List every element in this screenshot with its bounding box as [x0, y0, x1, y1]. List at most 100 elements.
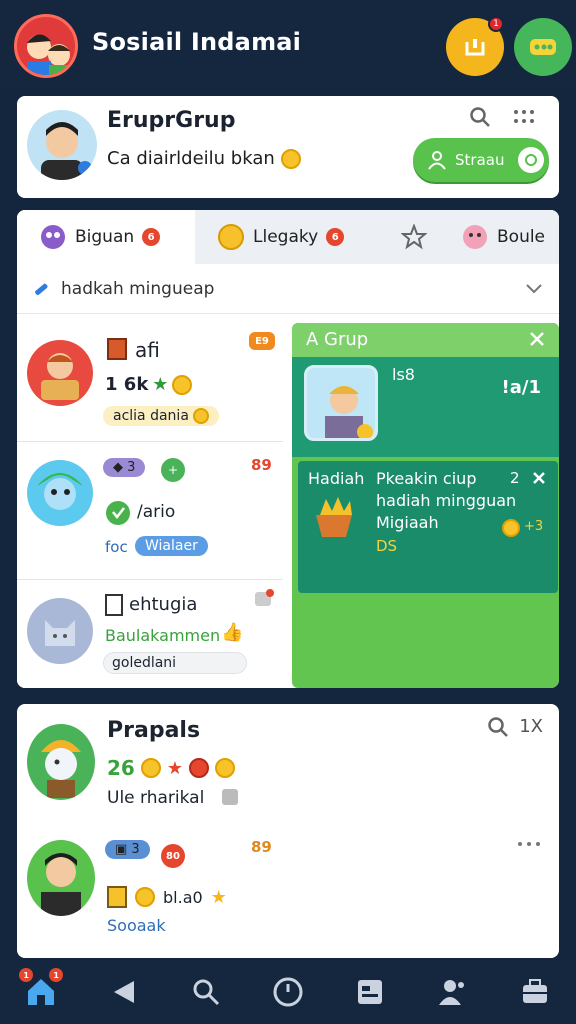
- people-icon: [427, 150, 447, 170]
- clock-icon: [272, 976, 304, 1008]
- prop-avatar[interactable]: [27, 840, 95, 916]
- tab-biguan[interactable]: Biguan 6: [17, 210, 195, 264]
- props-card: Prapals 1X 26 ★ Ule rharikal ▣ 3 80 89 b…: [17, 704, 559, 958]
- group-panel-header: A Grup: [292, 323, 559, 357]
- prop-badge: ▣ 3: [105, 840, 150, 859]
- group-subtitle: Ca diairldeilu bkan: [107, 148, 301, 169]
- chevron-down-icon: [525, 283, 543, 295]
- star-icon: ★: [166, 757, 183, 779]
- more-icon[interactable]: [513, 108, 535, 126]
- tab-label: Llegaky: [253, 227, 319, 247]
- reward-points: +3: [524, 519, 544, 534]
- member-pill-label: aclia dania: [113, 408, 189, 424]
- nav-search[interactable]: [178, 964, 234, 1020]
- plus-icon: +: [161, 458, 185, 482]
- more-horizontal-icon[interactable]: [517, 840, 541, 848]
- monster-icon: [39, 223, 67, 251]
- member-stat: 1 6k: [105, 374, 149, 395]
- group-user-counter: !a/1: [501, 377, 541, 398]
- member-prefix: foc: [105, 538, 128, 556]
- prop-badge-label: 3: [131, 842, 140, 857]
- refresh-icon: [518, 147, 545, 173]
- nav-home-badge: 1: [49, 968, 64, 982]
- group-panel: A Grup ls8 !a/1 Hadiah Pkeakin ciup 2 ha…: [292, 323, 559, 688]
- gamepad-icon: [528, 35, 558, 59]
- member-list: afi E9 1 6k ★ aclia dania ◆ 3 + 89 /ario…: [17, 322, 283, 688]
- prop-tag: 89: [251, 838, 272, 856]
- reward-amount: DS: [376, 537, 398, 555]
- filter-dropdown[interactable]: hadkah mingueap: [17, 264, 559, 314]
- props-title: Prapals: [107, 718, 201, 743]
- coin-icon: [502, 519, 520, 537]
- tag-icon: [31, 279, 51, 299]
- list-item[interactable]: afi E9 1 6k ★ aclia dania: [17, 322, 283, 442]
- props-count: 1X: [519, 716, 543, 737]
- member-count: ◆ 3: [103, 458, 146, 477]
- prop-badge-2: 80: [161, 844, 185, 868]
- member-avatar[interactable]: [27, 598, 93, 664]
- prop-avatar[interactable]: [27, 724, 95, 800]
- member-name: afi: [135, 338, 160, 362]
- tab-badge: 6: [326, 228, 345, 246]
- nav-home[interactable]: 1 1: [13, 964, 69, 1020]
- member-pill: aclia dania: [103, 406, 220, 426]
- top-bar: Sosiail Indamai 1: [0, 0, 576, 90]
- prop-row-1-stats: 26 ★: [107, 756, 235, 780]
- nav-back[interactable]: [95, 964, 151, 1020]
- group-user-label: ls8: [392, 365, 415, 384]
- app-title: Sosiail Indamai: [92, 28, 302, 56]
- search-icon[interactable]: [469, 106, 491, 128]
- tab-star[interactable]: [391, 210, 449, 264]
- heart-icon: [105, 500, 131, 526]
- nav-feed[interactable]: [342, 964, 398, 1020]
- reward-name: Pkeakin ciup: [376, 469, 477, 488]
- list-item[interactable]: ehtugia Baulakammen 👍 goledlani: [17, 580, 283, 688]
- tab-bar: Biguan 6 Llegaky 6 Boule: [17, 210, 559, 264]
- member-input[interactable]: goledlani: [103, 652, 247, 674]
- coin-icon: [214, 758, 235, 778]
- notifications-button[interactable]: 1: [446, 16, 504, 76]
- list-item[interactable]: ◆ 3 + 89 /ario foc Wialaer: [17, 442, 283, 580]
- group-avatar[interactable]: [27, 110, 97, 180]
- prop-line: Sooaak: [107, 916, 166, 935]
- star-icon: ★: [210, 886, 227, 908]
- games-button[interactable]: [514, 18, 572, 76]
- reward-count: 2: [510, 469, 520, 487]
- prop-line: Ule rharikal: [107, 788, 205, 808]
- search-button[interactable]: Straau: [413, 138, 549, 182]
- face-icon: [461, 223, 489, 251]
- bottom-navigation: 1 1: [0, 960, 576, 1024]
- search-icon[interactable]: [487, 716, 509, 738]
- treasure-icon: [310, 489, 358, 541]
- nav-friends[interactable]: [425, 964, 481, 1020]
- group-title: EruprGrup: [107, 108, 236, 133]
- prop-row-2-stats: bl.a0 ★: [107, 886, 227, 908]
- nav-history[interactable]: [260, 964, 316, 1020]
- member-line: Baulakammen: [105, 626, 221, 645]
- store-icon: [520, 977, 550, 1007]
- member-count-label: 3: [127, 460, 136, 475]
- app-logo-avatar[interactable]: [14, 14, 78, 78]
- close-icon[interactable]: [529, 331, 545, 347]
- notification-badge: 1: [488, 16, 504, 32]
- group-user-avatar[interactable]: [304, 365, 378, 441]
- tab-llegaky[interactable]: Llegaky 6: [195, 210, 391, 264]
- member-avatar[interactable]: [27, 460, 93, 526]
- group-card[interactable]: EruprGrup Ca diairldeilu bkan Straau: [17, 96, 559, 198]
- tab-boule[interactable]: Boule: [449, 210, 559, 264]
- close-icon[interactable]: [532, 471, 546, 485]
- group-user-row: ls8 !a/1: [292, 357, 559, 457]
- star-icon: ★: [152, 374, 169, 395]
- nav-store[interactable]: [507, 964, 563, 1020]
- member-avatar[interactable]: [27, 340, 93, 406]
- reward-card[interactable]: Hadiah Pkeakin ciup 2 hadiah mingguan Mi…: [298, 461, 558, 593]
- reward-desc: hadiah mingguan: [376, 491, 517, 510]
- tabs-card: Biguan 6 Llegaky 6 Boule hadkah mingueap…: [17, 210, 559, 688]
- member-badge: 89: [251, 456, 272, 474]
- filter-label: hadkah mingueap: [61, 278, 215, 299]
- reward-title: Hadiah: [308, 469, 365, 488]
- member-badge: E9: [249, 332, 275, 350]
- notification-icon: [253, 588, 275, 608]
- dice-icon: [219, 786, 241, 808]
- box-icon: [107, 338, 127, 360]
